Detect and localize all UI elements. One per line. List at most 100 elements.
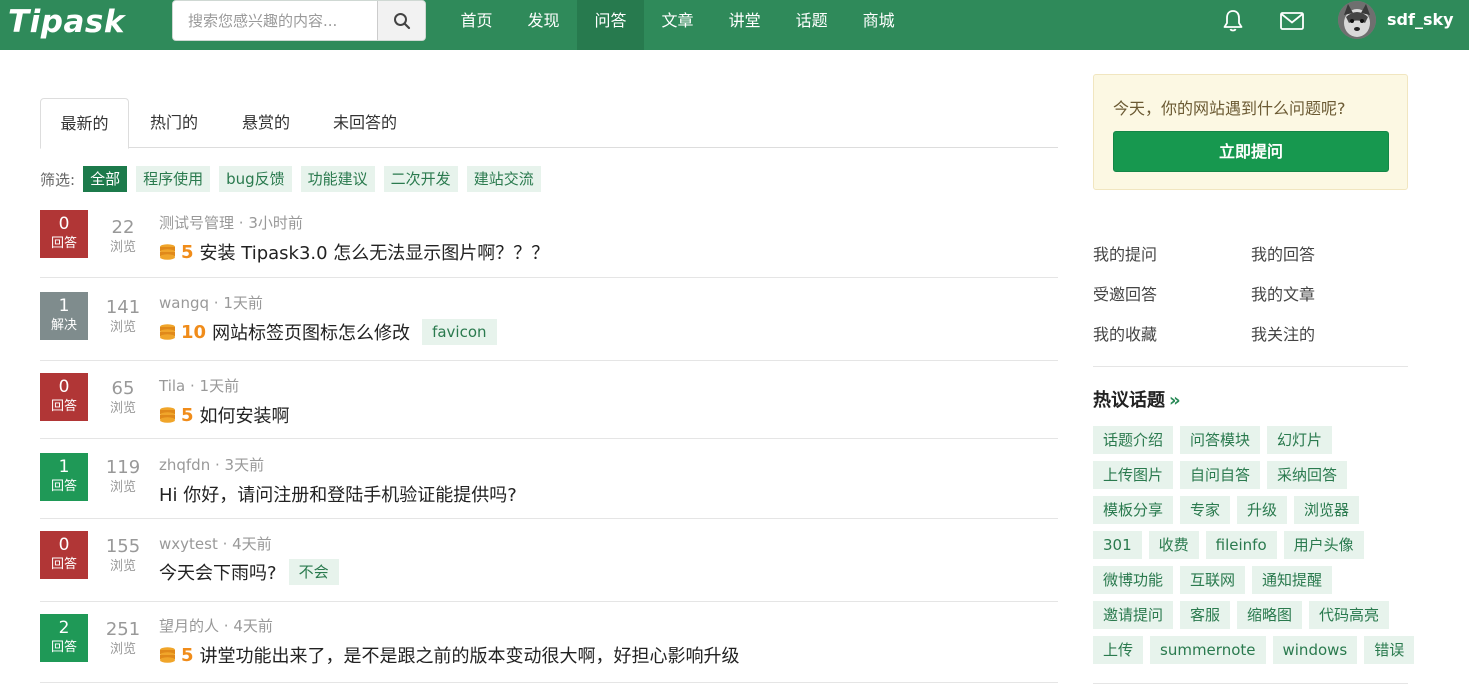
topic-tag[interactable]: 收费 — [1148, 531, 1199, 559]
topic-row: 邀请提问 客服 缩略图 代码高亮 — [1093, 601, 1396, 629]
topic-tag[interactable]: windows — [1272, 636, 1358, 664]
tab-latest[interactable]: 最新的 — [40, 98, 129, 149]
coin-stack-icon — [160, 647, 175, 663]
author-link[interactable]: wangq — [159, 294, 209, 312]
topic-tag[interactable]: 邀请提问 — [1093, 601, 1174, 629]
filter-tag-all[interactable]: 全部 — [83, 166, 128, 192]
filter-tag-bug[interactable]: bug反馈 — [219, 166, 292, 192]
topic-tag[interactable]: 错误 — [1364, 636, 1415, 664]
author-link[interactable]: wxytest — [159, 535, 218, 553]
site-logo[interactable]: Tipask — [8, 2, 125, 42]
search-button[interactable] — [377, 1, 425, 40]
question-title-row: 今天会下雨吗? 不会 — [159, 559, 339, 585]
question-item: 1 回答 119 浏览 zhqfdn · 3天前 Hi 你好，请问注册和登陆手机验证… — [40, 439, 1058, 519]
my-questions-link[interactable]: 我的提问 — [1093, 241, 1157, 265]
topic-tag[interactable]: 问答模块 — [1180, 426, 1261, 454]
filter-tag-feature[interactable]: 功能建议 — [300, 166, 375, 192]
topic-tag[interactable]: 升级 — [1237, 496, 1288, 524]
tab-hot[interactable]: 热门的 — [150, 98, 198, 148]
my-articles-link[interactable]: 我的文章 — [1251, 281, 1315, 305]
topic-row: 话题介绍 问答模块 幻灯片 — [1093, 426, 1339, 454]
nav-discover[interactable]: 发现 — [510, 0, 577, 50]
topic-tag[interactable]: 301 — [1093, 531, 1142, 559]
question-title-link[interactable]: 安装 Tipask3.0 怎么无法显示图片啊？？？ — [200, 239, 550, 265]
user-avatar[interactable] — [1338, 1, 1376, 39]
topic-tag[interactable]: 通知提醒 — [1252, 566, 1333, 594]
topic-row: 上传 summernote windows 错误 — [1093, 636, 1421, 664]
view-count: 155 浏览 — [105, 536, 141, 574]
nav-topics[interactable]: 话题 — [778, 0, 845, 50]
question-item: 2 回答 251 浏览 望月的人 · 4天前 5 讲堂功能出来了，是不是跟之前的版本… — [40, 602, 1058, 683]
question-tag[interactable]: 不会 — [288, 559, 339, 585]
hot-topics-title: 热议话题 — [1093, 390, 1165, 411]
topic-tag[interactable]: 互联网 — [1180, 566, 1246, 594]
topic-tag[interactable]: 浏览器 — [1294, 496, 1360, 524]
nav-questions[interactable]: 问答 — [577, 0, 645, 50]
tab-unanswered[interactable]: 未回答的 — [333, 98, 397, 148]
topic-tag[interactable]: fileinfo — [1205, 531, 1277, 559]
question-title-link[interactable]: 今天会下雨吗? — [159, 559, 277, 585]
topic-tag[interactable]: 专家 — [1180, 496, 1231, 524]
topic-tag[interactable]: 话题介绍 — [1093, 426, 1174, 454]
author-link[interactable]: 测试号管理 — [159, 214, 234, 232]
author-link[interactable]: zhqfdn — [159, 456, 210, 474]
author-link[interactable]: 望月的人 — [159, 617, 219, 635]
topic-tag[interactable]: 代码高亮 — [1309, 601, 1390, 629]
topic-row: 301 收费 fileinfo 用户头像 — [1093, 531, 1371, 559]
sidebar-divider — [1093, 683, 1408, 684]
ask-question-card: 今天，你的网站遇到什么问题呢? 立即提问 — [1093, 74, 1408, 190]
topic-tag[interactable]: 缩略图 — [1237, 601, 1303, 629]
topic-tag[interactable]: summernote — [1150, 636, 1266, 664]
author-link[interactable]: Tila — [159, 377, 185, 395]
topic-tag[interactable]: 自问自答 — [1180, 461, 1261, 489]
topic-tag[interactable]: 上传 — [1093, 636, 1144, 664]
my-answers-link[interactable]: 我的回答 — [1251, 241, 1315, 265]
post-time: 4天前 — [233, 617, 273, 635]
topic-tag[interactable]: 用户头像 — [1283, 531, 1364, 559]
topic-tag[interactable]: 微博功能 — [1093, 566, 1174, 594]
username[interactable]: sdf_sky — [1387, 0, 1454, 40]
view-count: 141 浏览 — [105, 297, 141, 335]
question-meta: wangq · 1天前 — [159, 294, 263, 312]
my-following-link[interactable]: 我关注的 — [1251, 321, 1315, 345]
hot-topics-more-link[interactable]: » — [1169, 390, 1181, 411]
answer-count-badge: 1 解决 — [40, 292, 88, 340]
my-favorites-link[interactable]: 我的收藏 — [1093, 321, 1157, 345]
post-time: 1天前 — [199, 377, 240, 395]
post-time: 3天前 — [224, 456, 265, 474]
topic-tag[interactable]: 客服 — [1180, 601, 1231, 629]
tab-reward[interactable]: 悬赏的 — [242, 98, 290, 148]
nav-lectures[interactable]: 讲堂 — [711, 0, 778, 50]
question-tag[interactable]: favicon — [422, 319, 497, 345]
question-item: 0 回答 22 浏览 测试号管理 · 3小时前 5 安装 Tipask3.0 怎么无… — [40, 205, 1058, 278]
question-title-link[interactable]: 网站标签页图标怎么修改 — [212, 319, 410, 345]
question-item: 0 回答 65 浏览 Tila · 1天前 5 如何安装啊 — [40, 361, 1058, 439]
ask-question-button[interactable]: 立即提问 — [1113, 131, 1389, 172]
question-title-link[interactable]: 如何安装啊 — [200, 402, 290, 428]
reward-points: 5 — [181, 644, 194, 666]
topic-tag[interactable]: 模板分享 — [1093, 496, 1174, 524]
question-title-link[interactable]: 讲堂功能出来了，是不是跟之前的版本变动很大啊，好担心影响升级 — [200, 642, 740, 668]
search-icon — [393, 12, 410, 29]
topic-tag[interactable]: 上传图片 — [1093, 461, 1174, 489]
post-time: 3小时前 — [248, 214, 303, 232]
my-links-panel: 我的提问 我的回答 受邀回答 我的文章 我的收藏 我关注的 — [1093, 237, 1408, 367]
nav-articles[interactable]: 文章 — [644, 0, 711, 50]
bell-icon[interactable] — [1220, 8, 1246, 34]
invited-answers-link[interactable]: 受邀回答 — [1093, 281, 1157, 305]
topic-tag[interactable]: 采纳回答 — [1267, 461, 1348, 489]
nav-shop[interactable]: 商城 — [845, 0, 912, 50]
topic-tag[interactable]: 幻灯片 — [1267, 426, 1333, 454]
mail-icon[interactable] — [1278, 8, 1306, 34]
filter-tag-dev[interactable]: 二次开发 — [383, 166, 458, 192]
search-input[interactable] — [173, 1, 378, 40]
question-title-link[interactable]: Hi 你好，请问注册和登陆手机验证能提供吗? — [159, 481, 517, 507]
coin-stack-icon — [160, 324, 175, 340]
view-count: 65 浏览 — [109, 378, 136, 416]
filter-label: 筛选: — [40, 170, 76, 189]
filter-tag-usage[interactable]: 程序使用 — [136, 166, 211, 192]
answer-count-badge: 0 回答 — [40, 531, 88, 579]
filter-tag-site[interactable]: 建站交流 — [466, 166, 541, 192]
main-nav: 首页 发现 问答 文章 讲堂 话题 商城 — [443, 0, 912, 50]
nav-home[interactable]: 首页 — [443, 0, 510, 50]
